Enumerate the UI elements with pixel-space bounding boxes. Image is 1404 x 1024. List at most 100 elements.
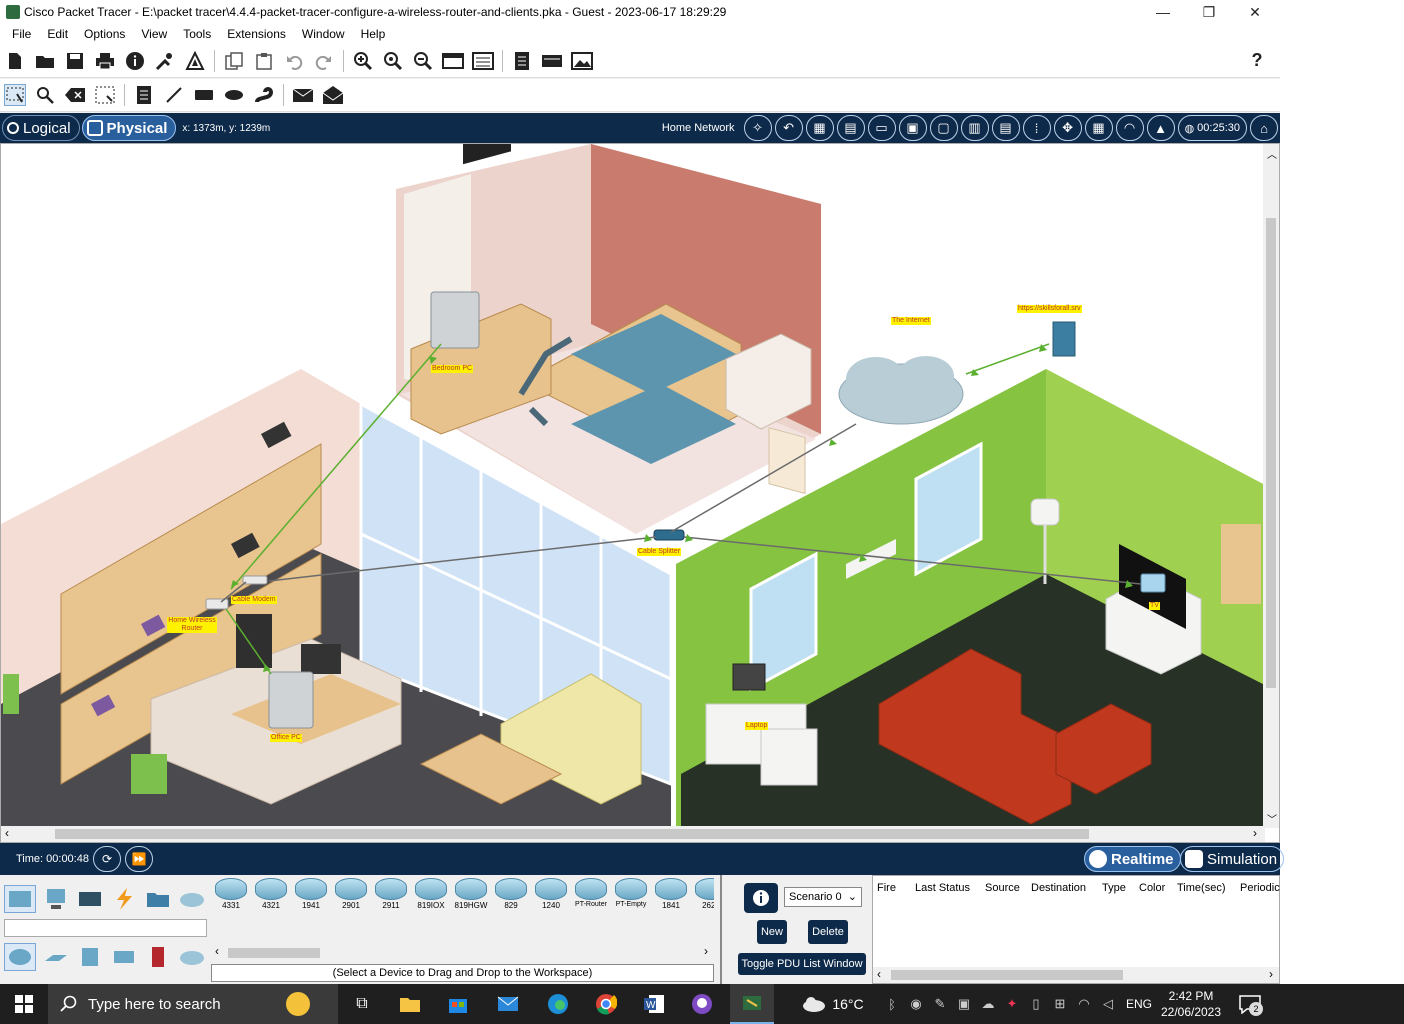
new-closet-icon[interactable]: ▣	[898, 115, 927, 141]
tools-icon[interactable]: ✎	[930, 984, 950, 1024]
cable-splitter-icon[interactable]	[653, 529, 685, 541]
tab-physical[interactable]: Physical	[81, 115, 177, 141]
device-list-scrollbar[interactable]: ‹ ›	[212, 944, 712, 960]
image-icon[interactable]	[571, 50, 593, 72]
device-tile[interactable]: 4331	[212, 878, 250, 912]
background-image-icon[interactable]: ▲	[1146, 115, 1175, 141]
new-city-icon[interactable]: ▭	[867, 115, 896, 141]
language-indicator[interactable]: ENG	[1124, 984, 1154, 1024]
new-building-icon[interactable]: ▦	[805, 115, 834, 141]
menu-window[interactable]: Window	[294, 27, 353, 41]
paste-icon[interactable]	[253, 50, 275, 72]
onedrive-icon[interactable]: ☁	[978, 984, 998, 1024]
miscellaneous-icon[interactable]	[142, 885, 174, 913]
menu-edit[interactable]: Edit	[39, 27, 76, 41]
store-icon[interactable]	[440, 984, 476, 1024]
device-tile[interactable]: 2911	[372, 878, 410, 912]
device-tile[interactable]: 2620	[692, 878, 714, 912]
switches-icon[interactable]	[40, 943, 72, 971]
print-icon[interactable]	[94, 50, 116, 72]
scenario-select[interactable]: Scenario 0 ⌄	[784, 887, 862, 907]
close-button[interactable]: ✕	[1232, 0, 1278, 24]
volume-icon[interactable]: ◁	[1098, 984, 1118, 1024]
device-tile[interactable]: 1841	[652, 878, 690, 912]
pdu-complex-icon[interactable]	[322, 84, 344, 106]
notes-view-icon[interactable]: ▤	[991, 115, 1020, 141]
laptop-icon[interactable]	[732, 663, 766, 691]
grid-icon[interactable]: ⁞	[1022, 115, 1051, 141]
resize-icon[interactable]	[94, 84, 116, 106]
office-pc-icon[interactable]	[268, 671, 314, 729]
minimize-button[interactable]: —	[1140, 0, 1186, 24]
wireless-icon[interactable]: ◠	[1115, 115, 1144, 141]
fast-forward-icon[interactable]: ⏩	[124, 846, 153, 872]
back-icon[interactable]: ↶	[774, 115, 803, 141]
network-tray-icon[interactable]: ⊞	[1050, 984, 1070, 1024]
realtime-mode-button[interactable]: Realtime	[1084, 846, 1181, 872]
multiuser-icon[interactable]	[176, 885, 208, 913]
note-icon[interactable]	[133, 84, 155, 106]
maximize-button[interactable]: ❐	[1186, 0, 1232, 24]
reset-time-icon[interactable]: ⟳	[92, 846, 121, 872]
device-tile[interactable]: 1240	[532, 878, 570, 912]
wireless-router-icon[interactable]	[205, 598, 229, 610]
notifications-icon[interactable]: 2	[1232, 984, 1268, 1024]
record-icon[interactable]: ◉	[906, 984, 926, 1024]
new-scenario-button[interactable]: New	[757, 920, 787, 944]
scrollbar-thumb[interactable]	[55, 829, 1089, 839]
meet-icon[interactable]: ▣	[954, 984, 974, 1024]
wireless-devices-icon[interactable]	[108, 943, 140, 971]
redo-icon[interactable]	[313, 50, 335, 72]
taskbar-search[interactable]: Type here to search	[48, 984, 338, 1024]
toggle-pdu-list-button[interactable]: Toggle PDU List Window	[738, 953, 866, 975]
chrome-icon[interactable]	[588, 984, 624, 1024]
bedroom-pc-icon[interactable]	[430, 291, 480, 349]
device-tile[interactable]: 819IOX	[412, 878, 450, 912]
device-tile[interactable]: 2901	[332, 878, 370, 912]
navigation-icon[interactable]: ✧	[743, 115, 772, 141]
wan-emulation-icon[interactable]	[176, 943, 208, 971]
app-tray-icon[interactable]: ✦	[1002, 984, 1022, 1024]
zoom-out-icon[interactable]	[412, 50, 434, 72]
menu-help[interactable]: Help	[353, 27, 394, 41]
scrollbar-thumb[interactable]	[891, 970, 1123, 980]
file-explorer-icon[interactable]	[392, 984, 428, 1024]
help-icon[interactable]: ?	[1246, 50, 1268, 72]
new-container-icon[interactable]: ▥	[960, 115, 989, 141]
scroll-down-icon[interactable]: ﹀	[1267, 811, 1277, 826]
edge-icon[interactable]	[540, 984, 576, 1024]
battery-icon[interactable]: ▯	[1026, 984, 1046, 1024]
new-rack-icon[interactable]: ▤	[836, 115, 865, 141]
network-icon[interactable]	[154, 50, 176, 72]
scroll-right-icon[interactable]: ›	[1269, 967, 1273, 981]
device-tile[interactable]: PT-Router	[572, 878, 610, 912]
security-icon[interactable]	[142, 943, 174, 971]
end-devices-icon[interactable]	[40, 885, 72, 913]
tv-icon[interactable]	[1140, 573, 1166, 593]
mail-icon[interactable]	[490, 984, 526, 1024]
connections-icon[interactable]	[108, 885, 140, 913]
freeform-icon[interactable]	[253, 84, 275, 106]
copy-icon[interactable]	[223, 50, 245, 72]
select-icon[interactable]	[4, 84, 26, 106]
routers-icon[interactable]	[4, 943, 36, 971]
scrollbar-thumb[interactable]	[1266, 218, 1276, 688]
move-object-icon[interactable]: ▢	[929, 115, 958, 141]
open-folder-icon[interactable]	[34, 50, 56, 72]
scroll-right-icon[interactable]: ›	[1253, 826, 1257, 840]
line-icon[interactable]	[163, 84, 185, 106]
delete-scenario-button[interactable]: Delete	[808, 920, 848, 944]
github-icon[interactable]	[684, 984, 720, 1024]
bluetooth-icon[interactable]: ᛒ	[882, 984, 902, 1024]
network-devices-icon[interactable]	[4, 885, 36, 913]
tab-logical[interactable]: Logical	[2, 115, 80, 141]
scroll-left-icon[interactable]: ‹	[215, 944, 219, 958]
device-tile[interactable]: 4321	[252, 878, 290, 912]
hubs-icon[interactable]	[74, 943, 106, 971]
clock[interactable]: ◍ 00:25:30	[1177, 115, 1247, 141]
scroll-up-icon[interactable]: ︿	[1267, 146, 1277, 161]
device-tile[interactable]: PT-Empty	[612, 878, 650, 912]
menu-tools[interactable]: Tools	[175, 27, 219, 41]
components-icon[interactable]	[74, 885, 106, 913]
home-icon[interactable]: ⌂	[1250, 115, 1278, 141]
